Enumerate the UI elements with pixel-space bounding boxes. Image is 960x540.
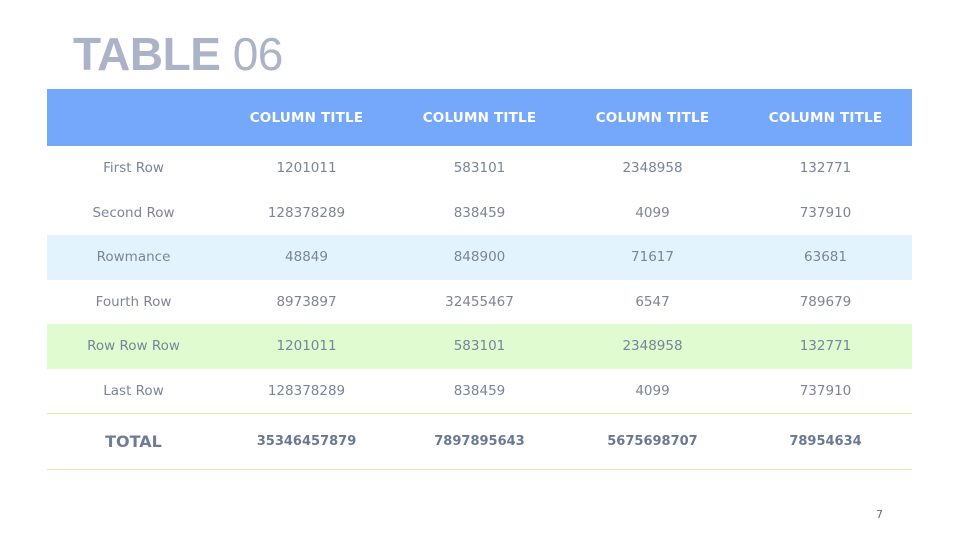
table-row: Second Row 128378289 838459 4099 737910 [47, 190, 912, 235]
table-cell: 48849 [220, 235, 393, 280]
table-cell: 132771 [739, 324, 912, 369]
table-cell: 128378289 [220, 190, 393, 235]
table-cell: 6547 [566, 279, 739, 324]
table-cell: 838459 [393, 190, 566, 235]
header-cell-1: COLUMN TITLE [220, 89, 393, 146]
header-row: COLUMN TITLE COLUMN TITLE COLUMN TITLE C… [47, 89, 912, 146]
table-cell: 63681 [739, 235, 912, 280]
header-cell-4: COLUMN TITLE [739, 89, 912, 146]
table-cell: 2348958 [566, 146, 739, 191]
row-label: Second Row [47, 190, 220, 235]
table-cell: 71617 [566, 235, 739, 280]
slide-title-bold: TABLE [73, 28, 221, 80]
row-label: Rowmance [47, 235, 220, 280]
table-cell: 4099 [566, 190, 739, 235]
table-cell: 583101 [393, 324, 566, 369]
table-cell: 4099 [566, 368, 739, 414]
header-cell-0 [47, 89, 220, 146]
table-cell: 737910 [739, 190, 912, 235]
table-row: Fourth Row 8973897 32455467 6547 789679 [47, 279, 912, 324]
table-cell: 132771 [739, 146, 912, 191]
total-cell: 35346457879 [220, 413, 393, 470]
table-cell: 1201011 [220, 324, 393, 369]
table-cell: 789679 [739, 279, 912, 324]
total-cell: 78954634 [739, 413, 912, 470]
row-label: Row Row Row [47, 324, 220, 369]
total-row: TOTAL 35346457879 7897895643 5675698707 … [47, 413, 912, 470]
slide: TABLE 06 COLUMN TITLE COLUMN TITLE COLUM… [0, 0, 960, 540]
table-row-highlight-green: Row Row Row 1201011 583101 2348958 13277… [47, 324, 912, 369]
slide-title-number: 06 [232, 28, 284, 80]
table-cell: 32455467 [393, 279, 566, 324]
table-cell: 1201011 [220, 146, 393, 191]
row-label: First Row [47, 146, 220, 191]
page-number: 7 [876, 508, 883, 521]
total-label: TOTAL [47, 413, 220, 470]
table-cell: 583101 [393, 146, 566, 191]
table-cell: 737910 [739, 368, 912, 414]
table-row: Last Row 128378289 838459 4099 737910 [47, 368, 912, 414]
table-cell: 2348958 [566, 324, 739, 369]
data-table: COLUMN TITLE COLUMN TITLE COLUMN TITLE C… [47, 89, 912, 470]
table-cell: 838459 [393, 368, 566, 414]
table-row-highlight-blue: Rowmance 48849 848900 71617 63681 [47, 235, 912, 280]
table-row: First Row 1201011 583101 2348958 132771 [47, 146, 912, 191]
slide-title: TABLE 06 [73, 27, 283, 81]
table-cell: 128378289 [220, 368, 393, 414]
total-cell: 7897895643 [393, 413, 566, 470]
row-label: Last Row [47, 368, 220, 414]
table-cell: 8973897 [220, 279, 393, 324]
total-cell: 5675698707 [566, 413, 739, 470]
table-cell: 848900 [393, 235, 566, 280]
header-cell-2: COLUMN TITLE [393, 89, 566, 146]
header-cell-3: COLUMN TITLE [566, 89, 739, 146]
row-label: Fourth Row [47, 279, 220, 324]
